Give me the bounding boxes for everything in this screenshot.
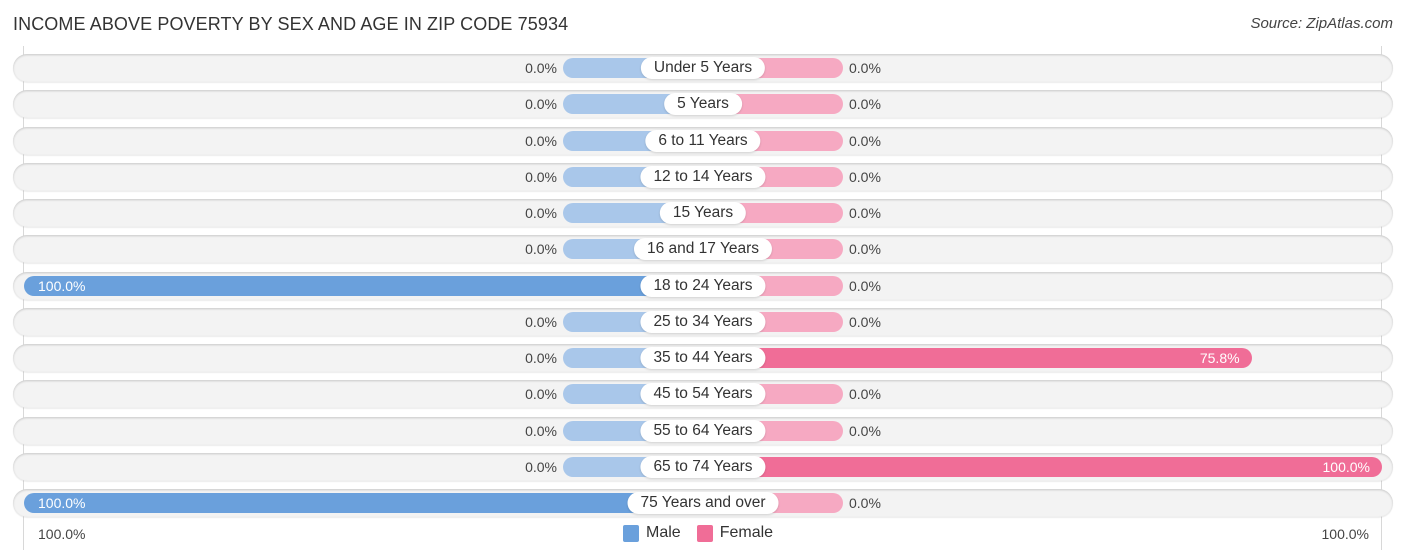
value-label-female: 0.0% xyxy=(849,241,881,258)
value-label-female: 75.8% xyxy=(1199,350,1240,366)
category-label: 18 to 24 Years xyxy=(640,274,766,297)
value-label-female: 0.0% xyxy=(849,96,881,113)
legend: Male Female xyxy=(623,524,789,542)
value-label-female: 0.0% xyxy=(849,386,881,403)
category-label: 45 to 54 Years xyxy=(640,383,766,406)
value-label-female: 0.0% xyxy=(849,277,881,294)
category-label: 5 Years xyxy=(664,93,742,116)
value-label-male: 0.0% xyxy=(525,350,557,366)
legend-swatch-male xyxy=(623,524,639,542)
value-label-male: 100.0% xyxy=(38,495,86,511)
value-label-male: 0.0% xyxy=(525,422,557,439)
bar-male[interactable] xyxy=(24,275,703,296)
legend-item-male[interactable]: Male xyxy=(623,524,681,542)
value-label-male: 0.0% xyxy=(525,168,557,185)
value-label-female: 0.0% xyxy=(849,313,881,330)
value-label-male: 0.0% xyxy=(525,313,557,330)
category-label: 75 Years and over xyxy=(627,492,779,514)
value-label-female: 0.0% xyxy=(849,205,881,221)
legend-swatch-female xyxy=(696,524,713,542)
value-label-female: 100.0% xyxy=(1322,458,1370,475)
bar-male[interactable] xyxy=(24,493,703,513)
value-label-male: 0.0% xyxy=(525,458,557,475)
bar-female[interactable] xyxy=(703,348,1252,368)
value-label-male: 0.0% xyxy=(525,205,557,221)
category-label: 55 to 64 Years xyxy=(640,419,766,442)
value-label-male: 0.0% xyxy=(525,386,557,403)
bar-female[interactable] xyxy=(703,456,1382,477)
axis-label-right: 100.0% xyxy=(1321,526,1369,542)
value-label-male: 0.0% xyxy=(525,132,557,149)
category-label: 65 to 74 Years xyxy=(640,455,766,478)
value-label-female: 0.0% xyxy=(849,495,881,511)
axis-label-left: 100.0% xyxy=(38,526,86,542)
legend-label-female: Female xyxy=(719,524,774,541)
category-label: 35 to 44 Years xyxy=(640,347,766,369)
category-label: 12 to 14 Years xyxy=(640,165,766,188)
value-label-male: 0.0% xyxy=(525,96,557,113)
value-label-male: 0.0% xyxy=(525,60,557,76)
legend-item-female[interactable]: Female xyxy=(696,524,774,542)
value-label-female: 0.0% xyxy=(849,60,881,76)
category-label: 16 and 17 Years xyxy=(633,238,773,261)
value-label-female: 0.0% xyxy=(849,422,881,439)
value-label-female: 0.0% xyxy=(849,132,881,149)
category-label: 15 Years xyxy=(659,202,747,224)
category-label: 6 to 11 Years xyxy=(645,129,761,152)
category-label: Under 5 Years xyxy=(640,57,766,79)
value-label-male: 0.0% xyxy=(525,241,557,258)
chart-rows: 0.0% 0.0% Under 5 Years 0.0% 0.0% 5 Years 0.0%… xyxy=(0,0,1406,559)
value-label-female: 0.0% xyxy=(849,168,881,185)
category-label: 25 to 34 Years xyxy=(640,310,766,333)
legend-label-male: Male xyxy=(646,524,681,541)
value-label-male: 100.0% xyxy=(38,277,86,294)
